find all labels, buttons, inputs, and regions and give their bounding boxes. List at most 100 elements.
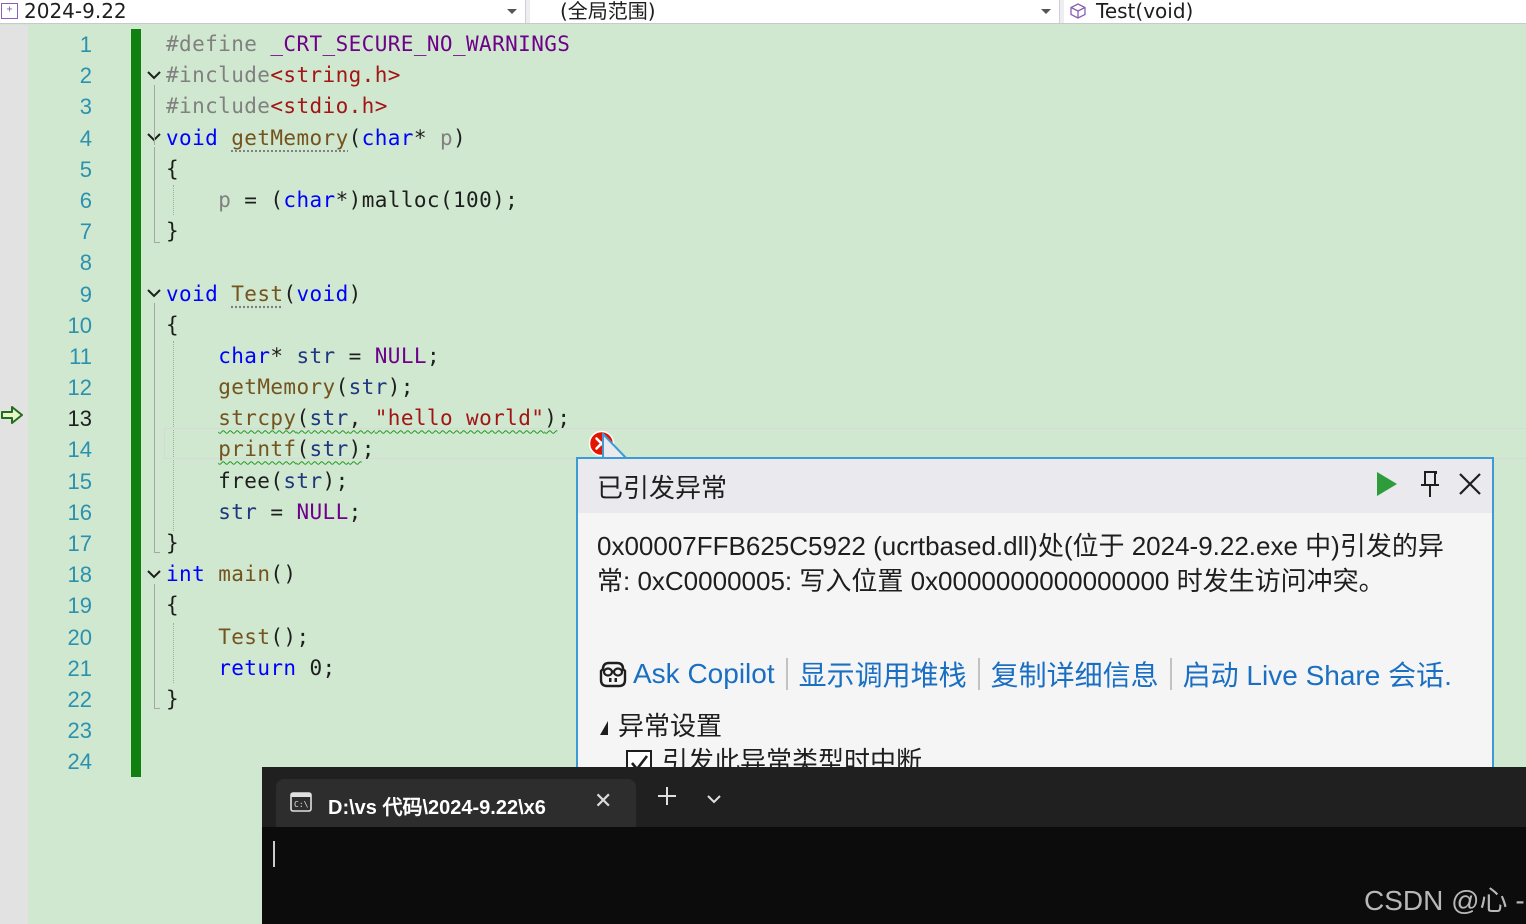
terminal-window[interactable]: C:\ D:\vs 代码\2024-9.22\x6 ✕ CSDN @心 - <box>262 767 1526 924</box>
code-line: printf(str); <box>218 437 375 462</box>
line-number: 2 <box>79 63 92 89</box>
project-dropdown[interactable]: + 2024-9.22 <box>0 0 526 23</box>
console-icon: C:\ <box>290 792 312 812</box>
chevron-down-icon[interactable] <box>707 795 721 804</box>
line-number: 22 <box>67 686 92 712</box>
live-share-link[interactable]: 启动 Live Share 会话. <box>1183 654 1452 694</box>
line-number: 21 <box>67 655 92 681</box>
line-number: 8 <box>79 250 92 276</box>
ask-copilot-link[interactable]: Ask Copilot <box>633 658 775 690</box>
line-number: 5 <box>79 156 92 182</box>
copilot-icon <box>599 661 627 688</box>
code-line: } <box>166 531 180 555</box>
code-line: { <box>166 593 180 618</box>
method-cube-icon <box>1070 3 1086 19</box>
fold-guide <box>154 584 155 709</box>
line-number: 14 <box>67 437 92 463</box>
code-line: free(str); <box>166 468 349 493</box>
project-dropdown-label: 2024-9.22 <box>24 0 127 23</box>
chevron-down-icon <box>507 9 517 14</box>
show-call-stack-link[interactable]: 显示调用堆栈 <box>799 654 967 694</box>
line-number: 3 <box>79 94 92 120</box>
line-number: 12 <box>67 375 92 401</box>
code-line: void Test(void) <box>166 281 362 306</box>
terminal-tab-bar: C:\ D:\vs 代码\2024-9.22\x6 ✕ <box>262 767 1526 827</box>
exception-popup-header: 已引发异常 <box>578 459 1492 513</box>
new-tab-plus-icon[interactable] <box>656 785 678 807</box>
scope-dropdown-label: (全局范围) <box>560 0 656 23</box>
code-line: void getMemory(char* p) <box>166 125 467 150</box>
link-separator <box>1169 658 1172 690</box>
exception-popup: 已引发异常 0x00007FFB625C5922 (ucrtbased.dll)… <box>576 457 1494 787</box>
code-line: int main() <box>166 562 297 587</box>
function-dropdown-label: Test(void) <box>1096 0 1194 23</box>
line-numbers: 1 2 3 4 5 6 7 8 9 10 11 12 13 14 15 16 17 18 19 20 21 22 23 24 <box>30 29 92 778</box>
fold-chevron-icon[interactable] <box>147 70 161 80</box>
exception-title: 已引发异常 <box>597 474 728 504</box>
line-number: 18 <box>67 562 92 588</box>
code-line: #define _CRT_SECURE_NO_WARNINGS <box>166 32 571 56</box>
navigation-bar: + 2024-9.22 (全局范围) Test(void) <box>0 0 1526 24</box>
line-number: 15 <box>67 468 92 494</box>
exception-settings-label: 异常设置 <box>618 712 723 742</box>
breakpoint-margin[interactable] <box>0 25 28 924</box>
code-line: str = NULL; <box>218 499 362 524</box>
fold-guide <box>154 85 155 145</box>
copy-details-link[interactable]: 复制详细信息 <box>991 654 1159 694</box>
line-number: 11 <box>69 343 92 369</box>
code-line: { <box>166 156 180 181</box>
link-separator <box>977 658 980 690</box>
watermark: CSDN @心 - <box>1364 885 1525 916</box>
code-line: return 0; <box>218 655 336 680</box>
fold-chevron-icon[interactable] <box>147 288 161 298</box>
exception-actions: Ask Copilot 显示调用堆栈 复制详细信息 启动 Live Share 会话. <box>597 654 1452 691</box>
code-text[interactable]: #define _CRT_SECURE_NO_WARNINGS #include… <box>166 29 570 778</box>
code-line: char* str = NULL; <box>218 343 440 368</box>
fold-guide-end <box>154 242 160 243</box>
fold-chevron-icon[interactable] <box>147 569 161 579</box>
project-icon: + <box>1 3 18 19</box>
link-separator <box>785 658 788 690</box>
line-number: 6 <box>79 187 92 213</box>
line-number: 10 <box>67 312 92 338</box>
execution-pointer-icon <box>1 406 23 424</box>
svg-text:C:\: C:\ <box>294 800 309 809</box>
line-number: 16 <box>67 499 92 525</box>
code-line: Test(); <box>218 624 310 649</box>
line-number: 19 <box>67 593 92 619</box>
fold-guide <box>154 303 155 553</box>
change-tracking-bar <box>131 29 141 777</box>
close-tab-icon[interactable]: ✕ <box>594 789 612 814</box>
fold-guide <box>154 147 155 243</box>
close-icon[interactable] <box>1456 469 1484 499</box>
code-line: #include<string.h> <box>166 63 401 88</box>
exception-settings-toggle[interactable]: 异常设置 <box>600 706 722 743</box>
code-line: } <box>166 219 180 244</box>
terminal-tab[interactable]: C:\ D:\vs 代码\2024-9.22\x6 ✕ <box>276 779 636 827</box>
pin-icon[interactable] <box>1416 469 1444 499</box>
line-number: 17 <box>67 531 92 556</box>
code-line: getMemory(str); <box>218 375 414 400</box>
line-number: 13 <box>67 406 92 432</box>
continue-play-icon[interactable] <box>1372 469 1400 499</box>
popup-pointer <box>602 433 628 459</box>
function-dropdown[interactable]: Test(void) <box>1064 0 1526 23</box>
fold-guide-end <box>154 708 160 709</box>
collapse-triangle-icon <box>600 720 608 735</box>
terminal-cursor <box>273 841 275 867</box>
code-line: #include<stdio.h> <box>166 94 388 119</box>
line-number: 23 <box>67 718 92 744</box>
scope-dropdown[interactable]: (全局范围) <box>530 0 1060 23</box>
code-line: } <box>166 686 180 711</box>
code-line: strcpy(str, "hello world"); <box>218 406 571 431</box>
code-line: { <box>166 312 180 337</box>
line-number: 7 <box>79 219 92 245</box>
exception-message: 0x00007FFB625C5922 (ucrtbased.dll)处(位于 2… <box>597 531 1444 596</box>
line-number: 9 <box>79 281 92 307</box>
terminal-tab-title: D:\vs 代码\2024-9.22\x6 <box>328 797 546 819</box>
fold-guide-end <box>154 552 160 553</box>
line-number: 4 <box>79 125 92 151</box>
line-number: 20 <box>67 624 92 650</box>
